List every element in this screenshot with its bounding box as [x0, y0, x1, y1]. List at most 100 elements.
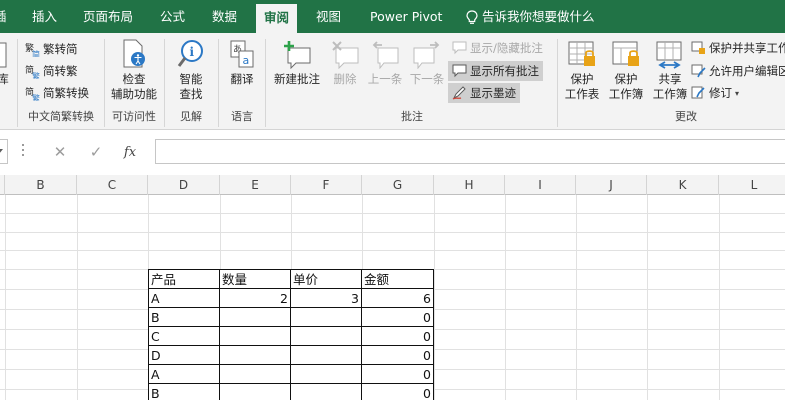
column-header[interactable]: L: [719, 175, 785, 195]
convert-button[interactable]: 简繁 简繁转换: [24, 83, 90, 103]
drag-handle[interactable]: [22, 144, 25, 158]
table-row: B 0: [148, 307, 434, 327]
thesaurus-button[interactable]: 库: [0, 37, 12, 87]
column-header[interactable]: C: [77, 175, 148, 195]
protect-sheet-button[interactable]: 保护 工作表: [560, 37, 604, 102]
track-changes-icon: [690, 85, 706, 101]
table-cell[interactable]: C: [148, 326, 220, 346]
table-row: B 0: [148, 383, 434, 400]
column-header[interactable]: E: [220, 175, 291, 195]
tab-page-layout[interactable]: 页面布局: [83, 0, 133, 33]
trad-to-simp-label: 繁转简: [43, 42, 78, 56]
column-header[interactable]: H: [434, 175, 505, 195]
tell-me-text: 告诉我你想要做什么: [482, 8, 595, 24]
new-comment-button[interactable]: 新建批注: [268, 37, 326, 87]
table-cell[interactable]: A: [148, 288, 220, 308]
protect-workbook-button[interactable]: 保护 工作簿: [604, 37, 648, 102]
tab-formulas[interactable]: 公式: [160, 0, 185, 33]
delete-comment-button[interactable]: 删除: [328, 37, 362, 87]
thesaurus-icon: [0, 37, 12, 69]
tab-power-pivot[interactable]: Power Pivot: [370, 0, 442, 33]
group-separator: [265, 39, 266, 127]
table-cell[interactable]: [290, 383, 362, 400]
table-cell[interactable]: 0: [361, 383, 434, 400]
tab-review[interactable]: 审阅: [256, 4, 298, 33]
table-cell[interactable]: [219, 307, 291, 327]
new-comment-icon: [279, 37, 315, 69]
simp-to-trad-button[interactable]: 简繁 简转繁: [24, 61, 78, 81]
cancel-icon[interactable]: ✕: [48, 140, 72, 164]
tell-me-search[interactable]: 告诉我你想要做什么: [466, 0, 595, 33]
table-cell[interactable]: [290, 345, 362, 365]
column-headers: B C D E F G H I J K L: [0, 175, 785, 195]
delete-comment-label: 删除: [333, 72, 357, 86]
allow-edit-ranges-button[interactable]: 允许用户编辑区: [690, 61, 785, 81]
table-cell[interactable]: [219, 345, 291, 365]
trad-to-simp-button[interactable]: 繁简 繁转简: [24, 39, 78, 59]
smart-lookup-icon: i: [173, 37, 209, 69]
column-header[interactable]: B: [5, 175, 77, 195]
column-header[interactable]: F: [291, 175, 362, 195]
next-comment-button[interactable]: 下一条: [406, 37, 448, 87]
table-cell[interactable]: [290, 364, 362, 384]
group-separator: [17, 39, 18, 127]
table-cell[interactable]: 0: [361, 345, 434, 365]
column-header[interactable]: G: [362, 175, 434, 195]
share-workbook-button[interactable]: 共享 工作簿: [648, 37, 692, 102]
protect-sheet-label-2: 工作表: [564, 87, 600, 101]
formula-bar: ✕ ✓ fx: [0, 130, 785, 175]
show-ink-button[interactable]: 显示墨迹: [448, 83, 520, 103]
table-cell[interactable]: 2: [219, 288, 291, 308]
accessibility-label-1: 检查: [122, 72, 146, 86]
tab-insert[interactable]: 插入: [32, 0, 57, 33]
chevron-down-icon: [0, 149, 3, 154]
table-header-cell[interactable]: 金额: [361, 269, 434, 289]
column-header[interactable]: J: [576, 175, 647, 195]
table-header-cell[interactable]: 单价: [290, 269, 362, 289]
name-box[interactable]: [0, 139, 8, 164]
show-hide-comment-button[interactable]: 显示/隐藏批注: [451, 38, 543, 58]
column-header[interactable]: D: [148, 175, 220, 195]
table-header-cell[interactable]: 产品: [148, 269, 220, 289]
svg-text:a: a: [243, 54, 250, 67]
track-changes-button[interactable]: 修订 ▾: [690, 83, 739, 103]
table-cell[interactable]: [219, 364, 291, 384]
tab-data[interactable]: 数据: [212, 0, 237, 33]
table-cell[interactable]: [219, 383, 291, 400]
next-comment-label: 下一条: [409, 72, 445, 86]
table-cell[interactable]: [290, 307, 362, 327]
table-cell[interactable]: 6: [361, 288, 434, 308]
table-cell[interactable]: [290, 326, 362, 346]
table-cell[interactable]: [219, 326, 291, 346]
check-accessibility-button[interactable]: 检查 辅助功能: [108, 37, 160, 102]
formula-input[interactable]: [155, 139, 785, 164]
previous-comment-button[interactable]: 上一条: [364, 37, 406, 87]
table-cell[interactable]: B: [148, 383, 220, 400]
table-row: A 2 3 6: [148, 288, 434, 308]
worksheet-grid[interactable]: 产品 数量 单价 金额 A 2 3 6 B 0 C 0 D 0 A 0 B 0: [0, 195, 785, 400]
share-workbook-label-1: 共享: [658, 72, 682, 86]
table-cell[interactable]: 3: [290, 288, 362, 308]
smart-lookup-button[interactable]: i 智能 查找: [168, 37, 214, 102]
column-header[interactable]: K: [647, 175, 719, 195]
tab-view[interactable]: 视图: [316, 0, 341, 33]
table-cell[interactable]: D: [148, 345, 220, 365]
table-cell[interactable]: 0: [361, 364, 434, 384]
protect-and-share-button[interactable]: 保护并共享工作: [690, 38, 785, 58]
group-label-insights: 见解: [180, 110, 202, 123]
table-cell[interactable]: 0: [361, 326, 434, 346]
translate-button[interactable]: あa 翻译: [222, 37, 262, 87]
tab-edge[interactable]: 插: [0, 0, 7, 33]
table-header-cell[interactable]: 数量: [219, 269, 291, 289]
insert-function-icon[interactable]: fx: [118, 140, 142, 164]
table-row: C 0: [148, 326, 434, 346]
enter-icon[interactable]: ✓: [84, 140, 108, 164]
table-cell[interactable]: 0: [361, 307, 434, 327]
column-header[interactable]: I: [505, 175, 576, 195]
show-all-comments-button[interactable]: 显示所有批注: [448, 61, 543, 81]
ink-pen-icon: [451, 85, 467, 101]
table-cell[interactable]: B: [148, 307, 220, 327]
allow-edit-ranges-label: 允许用户编辑区: [709, 64, 785, 78]
table-cell[interactable]: A: [148, 364, 220, 384]
protect-and-share-label: 保护并共享工作: [709, 41, 785, 55]
